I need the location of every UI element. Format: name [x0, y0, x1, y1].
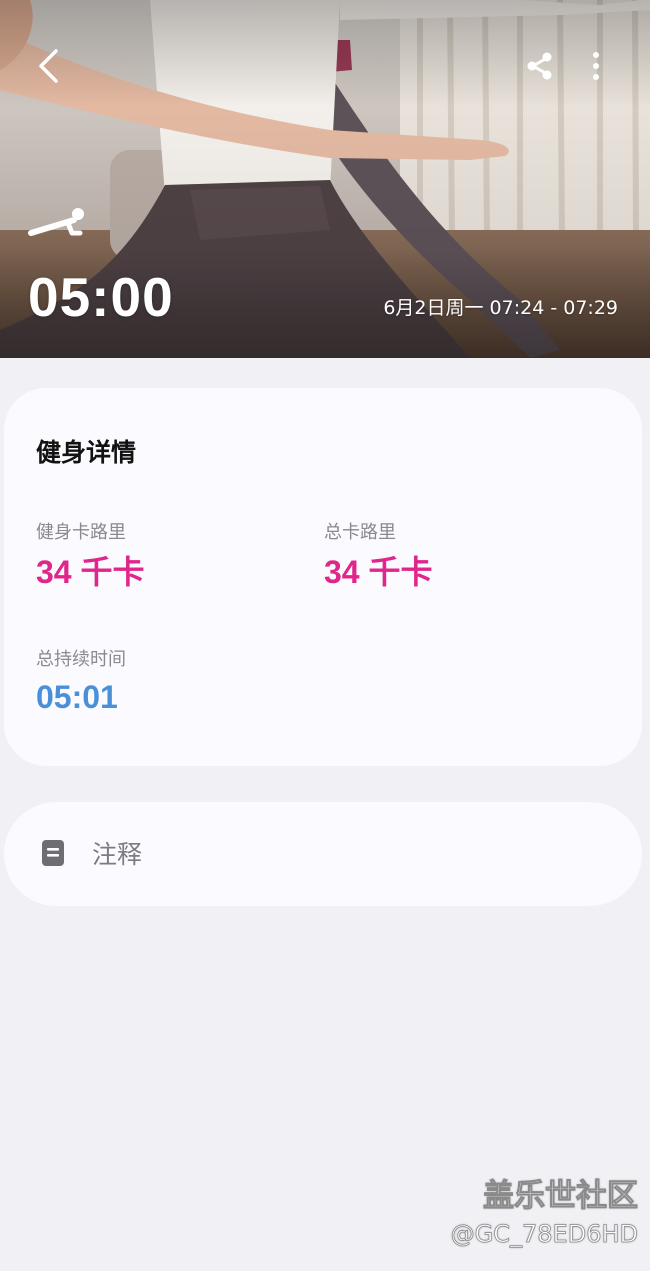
notes-button[interactable]: 注释: [4, 802, 642, 906]
section-title: 健身详情: [36, 438, 137, 467]
total-duration-label: 总持续时间: [36, 649, 126, 670]
workout-hero-image: 05:00 6月2日周一 07:24 - 07:29: [0, 0, 650, 358]
chevron-left-icon: [39, 49, 58, 83]
workout-detail-screen: 05:00 6月2日周一 07:24 - 07:29 健身详情 健身卡路里 34…: [0, 0, 650, 1271]
note-icon: [42, 840, 64, 866]
share-icon: [527, 52, 552, 80]
more-options-button[interactable]: [572, 40, 620, 92]
workout-date-range: 6月2日周一 07:24 - 07:29: [383, 297, 618, 319]
plank-icon: [28, 208, 84, 236]
workout-duration: 05:00: [28, 266, 174, 328]
share-button[interactable]: [514, 40, 566, 92]
workout-calories-label: 健身卡路里: [36, 522, 126, 543]
notes-label: 注释: [92, 840, 143, 869]
total-calories-label: 总卡路里: [324, 522, 396, 543]
watermark-community-name: 盖乐世社区: [483, 1178, 639, 1215]
total-calories-value: 34 千卡: [324, 554, 433, 590]
more-vertical-icon: [593, 52, 599, 80]
fitness-details-card: 健身详情 健身卡路里 34 千卡 总卡路里 34 千卡 总持续时间 05:01: [4, 388, 642, 766]
watermark-username: @GC_78ED6HD: [450, 1220, 638, 1249]
back-button[interactable]: [22, 40, 74, 92]
workout-calories-value: 34 千卡: [36, 554, 145, 590]
total-duration-value: 05:01: [36, 679, 118, 715]
